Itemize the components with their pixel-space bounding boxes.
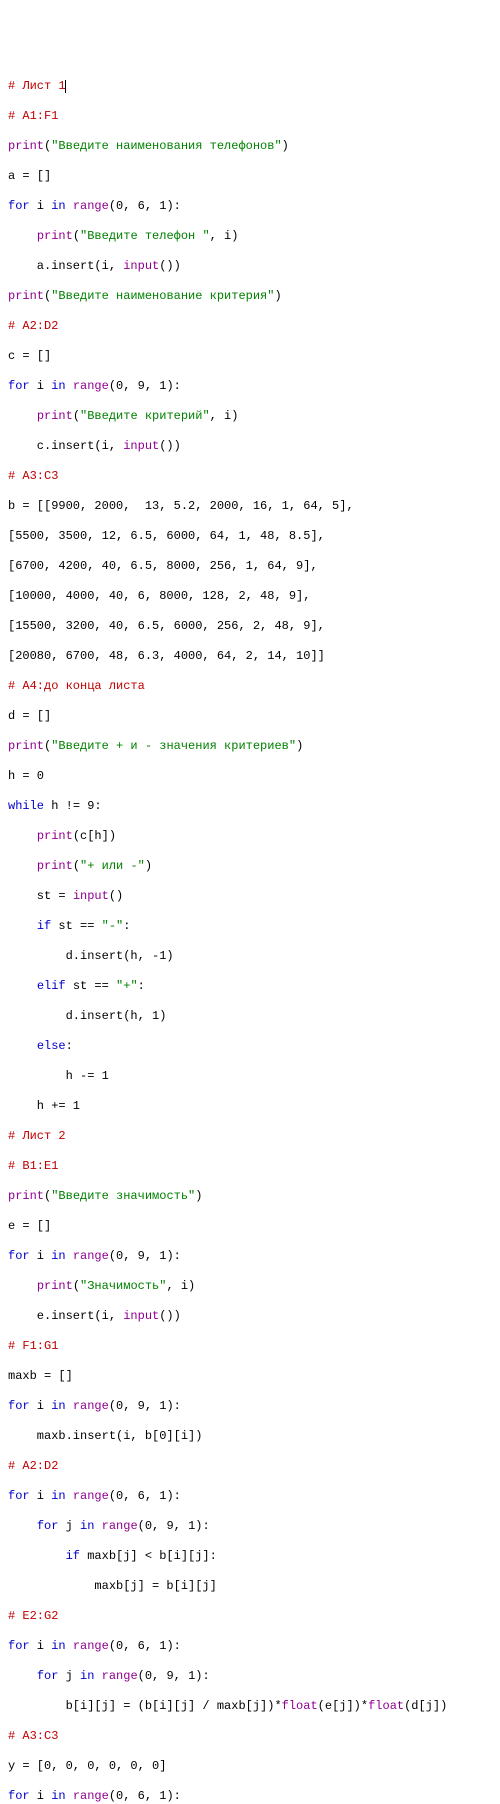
code-line: d.insert(h, 1) bbox=[8, 1009, 492, 1024]
code-line: # E2:G2 bbox=[8, 1609, 492, 1624]
code-line: maxb[j] = b[i][j] bbox=[8, 1579, 492, 1594]
code-line: # Лист 1 bbox=[8, 79, 492, 94]
code-line: a = [] bbox=[8, 169, 492, 184]
code-line: # A2:D2 bbox=[8, 319, 492, 334]
code-line: # A4:до конца листа bbox=[8, 679, 492, 694]
code-line: y = [0, 0, 0, 0, 0, 0] bbox=[8, 1759, 492, 1774]
code-line: while h != 9: bbox=[8, 799, 492, 814]
code-line: [5500, 3500, 12, 6.5, 6000, 64, 1, 48, 8… bbox=[8, 529, 492, 544]
code-line: if st == "-": bbox=[8, 919, 492, 934]
code-line: b = [[9900, 2000, 13, 5.2, 2000, 16, 1, … bbox=[8, 499, 492, 514]
code-line: for i in range(0, 6, 1): bbox=[8, 1789, 492, 1804]
code-line: for i in range(0, 9, 1): bbox=[8, 1249, 492, 1264]
code-line: else: bbox=[8, 1039, 492, 1054]
code-line: print("+ или -") bbox=[8, 859, 492, 874]
code-line: for j in range(0, 9, 1): bbox=[8, 1669, 492, 1684]
code-line: print("Введите наименования телефонов") bbox=[8, 139, 492, 154]
code-line: [10000, 4000, 40, 6, 8000, 128, 2, 48, 9… bbox=[8, 589, 492, 604]
code-line: for i in range(0, 6, 1): bbox=[8, 1639, 492, 1654]
code-line: for i in range(0, 9, 1): bbox=[8, 1399, 492, 1414]
code-line: print("Введите телефон ", i) bbox=[8, 229, 492, 244]
code-line: # A1:F1 bbox=[8, 109, 492, 124]
code-line: d.insert(h, -1) bbox=[8, 949, 492, 964]
code-line: maxb = [] bbox=[8, 1369, 492, 1384]
code-line: elif st == "+": bbox=[8, 979, 492, 994]
code-line: # Лист 2 bbox=[8, 1129, 492, 1144]
code-line: # A2:D2 bbox=[8, 1459, 492, 1474]
code-line: c.insert(i, input()) bbox=[8, 439, 492, 454]
code-line: h -= 1 bbox=[8, 1069, 492, 1084]
code-line: [6700, 4200, 40, 6.5, 8000, 256, 1, 64, … bbox=[8, 559, 492, 574]
code-line: h += 1 bbox=[8, 1099, 492, 1114]
code-line: [20080, 6700, 48, 6.3, 4000, 64, 2, 14, … bbox=[8, 649, 492, 664]
code-line: maxb.insert(i, b[0][i]) bbox=[8, 1429, 492, 1444]
code-line: # B1:E1 bbox=[8, 1159, 492, 1174]
code-line: e = [] bbox=[8, 1219, 492, 1234]
code-line: for i in range(0, 6, 1): bbox=[8, 199, 492, 214]
code-line: print("Введите критерий", i) bbox=[8, 409, 492, 424]
code-line: print("Введите значимость") bbox=[8, 1189, 492, 1204]
code-line: for i in range(0, 9, 1): bbox=[8, 379, 492, 394]
code-line: for j in range(0, 9, 1): bbox=[8, 1519, 492, 1534]
code-line: print("Значимость", i) bbox=[8, 1279, 492, 1294]
code-editor[interactable]: # Лист 1 # A1:F1 print("Введите наименов… bbox=[8, 64, 492, 1804]
code-line: # A3:C3 bbox=[8, 469, 492, 484]
text-cursor bbox=[65, 80, 66, 93]
code-line: d = [] bbox=[8, 709, 492, 724]
code-line: print("Введите наименование критерия") bbox=[8, 289, 492, 304]
code-line: for i in range(0, 6, 1): bbox=[8, 1489, 492, 1504]
code-line: # F1:G1 bbox=[8, 1339, 492, 1354]
code-line: h = 0 bbox=[8, 769, 492, 784]
code-line: a.insert(i, input()) bbox=[8, 259, 492, 274]
code-line: b[i][j] = (b[i][j] / maxb[j])*float(e[j]… bbox=[8, 1699, 492, 1714]
code-line: c = [] bbox=[8, 349, 492, 364]
code-line: print("Введите + и - значения критериев"… bbox=[8, 739, 492, 754]
code-line: [15500, 3200, 40, 6.5, 6000, 256, 2, 48,… bbox=[8, 619, 492, 634]
code-line: if maxb[j] < b[i][j]: bbox=[8, 1549, 492, 1564]
code-line: print(c[h]) bbox=[8, 829, 492, 844]
code-line: e.insert(i, input()) bbox=[8, 1309, 492, 1324]
code-line: # A3:C3 bbox=[8, 1729, 492, 1744]
